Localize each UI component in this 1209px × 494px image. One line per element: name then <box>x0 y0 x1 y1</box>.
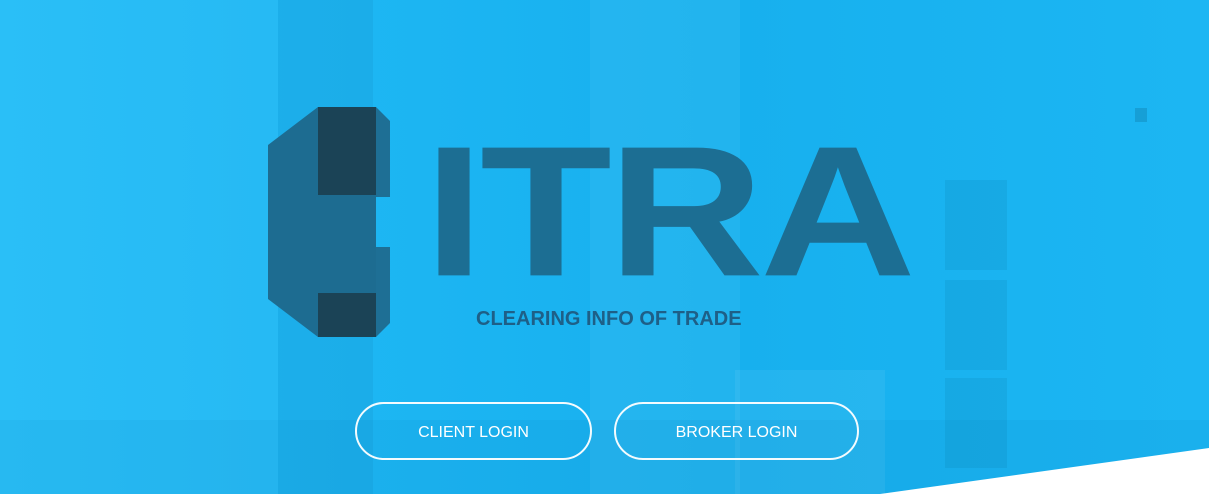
client-login-button[interactable]: CLIENT LOGIN <box>355 402 592 460</box>
broker-login-button[interactable]: BROKER LOGIN <box>614 402 859 460</box>
hero-section: ITRA CLEARING INFO OF TRADE CLIENT LOGIN… <box>0 0 1209 494</box>
brand-tagline: CLEARING INFO OF TRADE <box>476 308 742 330</box>
c-octagon-logo-icon <box>268 107 390 337</box>
brand-wordmark: ITRA <box>424 106 916 315</box>
